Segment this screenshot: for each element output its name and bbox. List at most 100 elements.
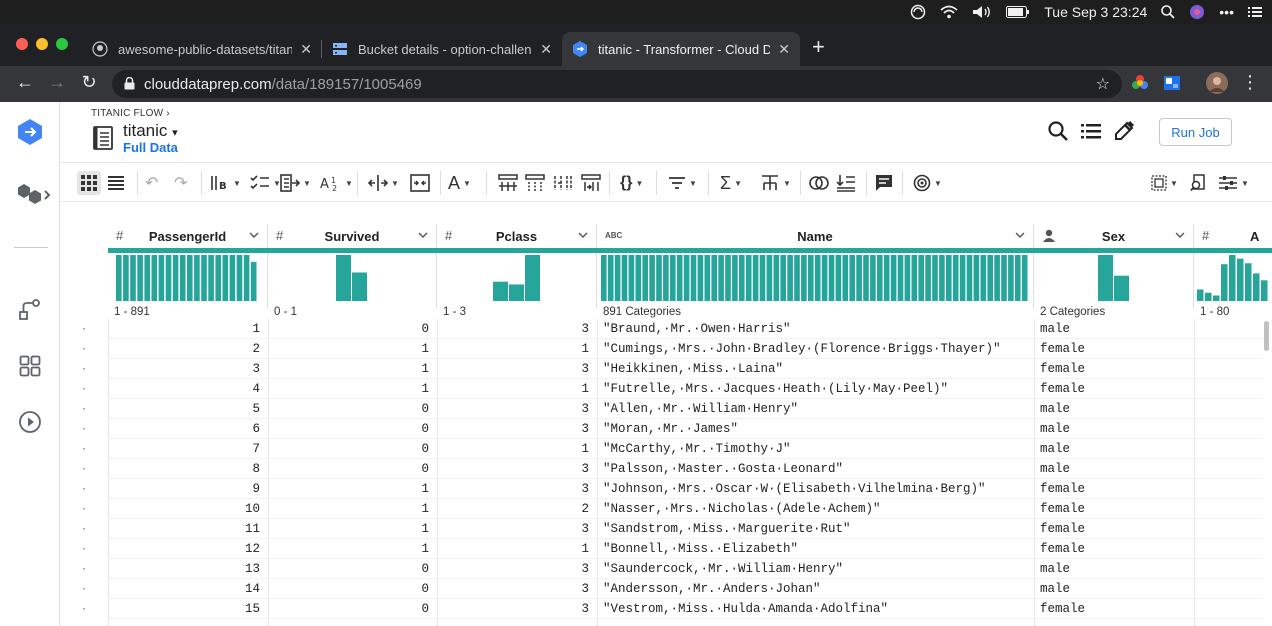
histogram-bar[interactable] xyxy=(236,255,243,301)
string-type-icon[interactable]: ABC xyxy=(605,231,622,240)
histogram-bar[interactable] xyxy=(137,255,143,301)
join-icon[interactable] xyxy=(809,171,829,195)
column-search-icon[interactable] xyxy=(1190,171,1208,195)
union-icon[interactable] xyxy=(836,171,856,195)
histogram-bar[interactable] xyxy=(250,261,257,301)
histogram-bar[interactable] xyxy=(123,255,129,301)
column-header-passengerid[interactable]: # PassengerId xyxy=(108,224,268,248)
cell-pclass[interactable]: 3 xyxy=(437,582,589,598)
histogram-bar[interactable] xyxy=(932,255,938,301)
table-row[interactable]: · 10 1 2 "Nasser,·Mrs.·Nicholas·(Adele·Achem… xyxy=(82,499,1263,519)
histogram-bar[interactable] xyxy=(980,255,987,301)
histogram-bar[interactable] xyxy=(946,255,952,301)
cell-pclass[interactable]: 3 xyxy=(437,482,589,498)
bookmark-star-icon[interactable]: ☆ xyxy=(1096,74,1110,94)
undo-icon[interactable]: ↶ xyxy=(145,171,158,195)
lock-icon[interactable] xyxy=(124,76,135,94)
cell-passengerid[interactable]: 10 xyxy=(108,502,260,518)
close-tab-icon[interactable]: ✕ xyxy=(540,41,552,58)
cell-name[interactable]: "Moran,·Mr.·James" xyxy=(603,422,1033,438)
cell-passengerid[interactable]: 15 xyxy=(108,602,260,618)
histogram-bar[interactable] xyxy=(842,255,849,301)
cell-survived[interactable]: 0 xyxy=(268,322,429,338)
nested-braces-icon[interactable]: {} ▼ xyxy=(620,171,643,195)
cell-sex[interactable]: male xyxy=(1040,462,1190,478)
histogram-bar[interactable] xyxy=(614,255,621,301)
histogram-bar[interactable] xyxy=(1197,289,1204,302)
cell-passengerid[interactable]: 14 xyxy=(108,582,260,598)
url-bar[interactable]: clouddataprep.com/data/189157/1005469 ☆ xyxy=(112,70,1122,98)
vertical-scrollbar[interactable] xyxy=(1261,317,1271,626)
histogram-bar[interactable] xyxy=(1213,295,1220,301)
histogram-bar[interactable] xyxy=(787,255,793,301)
spotlight-search-icon[interactable] xyxy=(1161,5,1175,19)
breadcrumb[interactable]: TITANIC FLOW › xyxy=(91,108,170,119)
histogram-bar[interactable] xyxy=(621,255,628,301)
cell-pclass[interactable]: 2 xyxy=(437,502,589,518)
menubar-clock[interactable]: Tue Sep 3 23:24 xyxy=(1044,4,1147,20)
cell-passengerid[interactable]: 7 xyxy=(108,442,260,458)
cell-name[interactable]: "Futrelle,·Mrs.·Jacques·Heath·(Lily·May·… xyxy=(603,382,1033,398)
table-row[interactable]: · 2 1 1 "Cumings,·Mrs.·John·Bradley·(Florenc… xyxy=(82,339,1263,359)
table-row[interactable]: · 11 1 3 "Sandstrom,·Miss.·Marguerite·Rut" fe… xyxy=(82,519,1263,539)
histogram-sex[interactable] xyxy=(1034,253,1194,309)
histogram-bar[interactable] xyxy=(959,255,966,301)
jobs-play-icon[interactable] xyxy=(16,408,44,436)
cell-passengerid[interactable]: 1 xyxy=(108,322,260,338)
table-row[interactable]: · 3 1 3 "Heikkinen,·Miss.·Laina" female xyxy=(82,359,1263,379)
histogram-bar[interactable] xyxy=(144,255,150,301)
eyedropper-icon[interactable] xyxy=(1113,120,1137,144)
grid-view-icon[interactable] xyxy=(77,171,101,195)
cell-pclass[interactable]: 3 xyxy=(437,522,589,538)
search-icon[interactable] xyxy=(1047,120,1071,144)
cell-survived[interactable]: 0 xyxy=(268,442,429,458)
chevron-down-icon[interactable] xyxy=(418,230,428,240)
histogram-bar[interactable] xyxy=(704,255,711,301)
cell-survived[interactable]: 1 xyxy=(268,382,429,398)
histogram-bar[interactable] xyxy=(165,255,172,301)
comment-icon[interactable] xyxy=(875,171,893,195)
histogram-bar[interactable] xyxy=(1114,275,1129,301)
histogram-bar[interactable] xyxy=(1021,255,1028,301)
integer-type-icon[interactable]: # xyxy=(1202,228,1209,243)
scrollbar-thumb[interactable] xyxy=(1264,321,1269,351)
cell-survived[interactable]: 0 xyxy=(268,422,429,438)
chevron-down-icon[interactable] xyxy=(1015,230,1025,240)
gender-type-icon[interactable] xyxy=(1042,229,1056,246)
flows-icon[interactable] xyxy=(16,180,52,208)
cell-survived[interactable]: 0 xyxy=(268,582,429,598)
cell-survived[interactable]: 0 xyxy=(268,562,429,578)
histogram-bar[interactable] xyxy=(773,255,780,301)
cell-survived[interactable]: 0 xyxy=(268,602,429,618)
histogram-pclass[interactable] xyxy=(437,253,597,309)
table-row[interactable]: · 9 1 3 "Johnson,·Mrs.·Oscar·W·(Elisabeth·Vi… xyxy=(82,479,1263,499)
cell-sex[interactable]: female xyxy=(1040,362,1190,378)
profile-avatar[interactable] xyxy=(1206,72,1228,94)
histogram-bar[interactable] xyxy=(1229,255,1236,301)
histogram-bar[interactable] xyxy=(877,255,883,301)
cell-survived[interactable]: 1 xyxy=(268,542,429,558)
histogram-bar[interactable] xyxy=(911,255,918,301)
cell-passengerid[interactable]: 3 xyxy=(108,362,260,378)
cell-sex[interactable]: male xyxy=(1040,442,1190,458)
restructure-icon[interactable] xyxy=(498,171,518,195)
histogram-bar[interactable] xyxy=(994,255,1000,301)
histogram-name[interactable] xyxy=(597,253,1034,309)
histogram-bar[interactable] xyxy=(676,255,683,301)
cell-survived[interactable]: 0 xyxy=(268,402,429,418)
histogram-bar[interactable] xyxy=(336,255,351,301)
dataprep-logo-icon[interactable] xyxy=(16,118,44,146)
cell-sex[interactable]: female xyxy=(1040,342,1190,358)
histogram-bar[interactable] xyxy=(904,255,911,301)
table-row[interactable]: · 14 0 3 "Andersson,·Mr.·Anders·Johan" male xyxy=(82,579,1263,599)
cell-pclass[interactable]: 1 xyxy=(437,442,589,458)
move-column-icon[interactable]: ▼ xyxy=(368,171,399,195)
cell-survived[interactable]: 1 xyxy=(268,362,429,378)
chevron-down-icon[interactable] xyxy=(249,230,259,240)
reload-icon[interactable]: ↻ xyxy=(77,72,101,93)
histogram-bar[interactable] xyxy=(172,255,179,301)
back-icon[interactable]: ← xyxy=(13,72,37,93)
run-job-button[interactable]: Run Job xyxy=(1159,118,1232,146)
histogram-bar[interactable] xyxy=(973,255,980,301)
histogram-bar[interactable] xyxy=(201,255,207,301)
